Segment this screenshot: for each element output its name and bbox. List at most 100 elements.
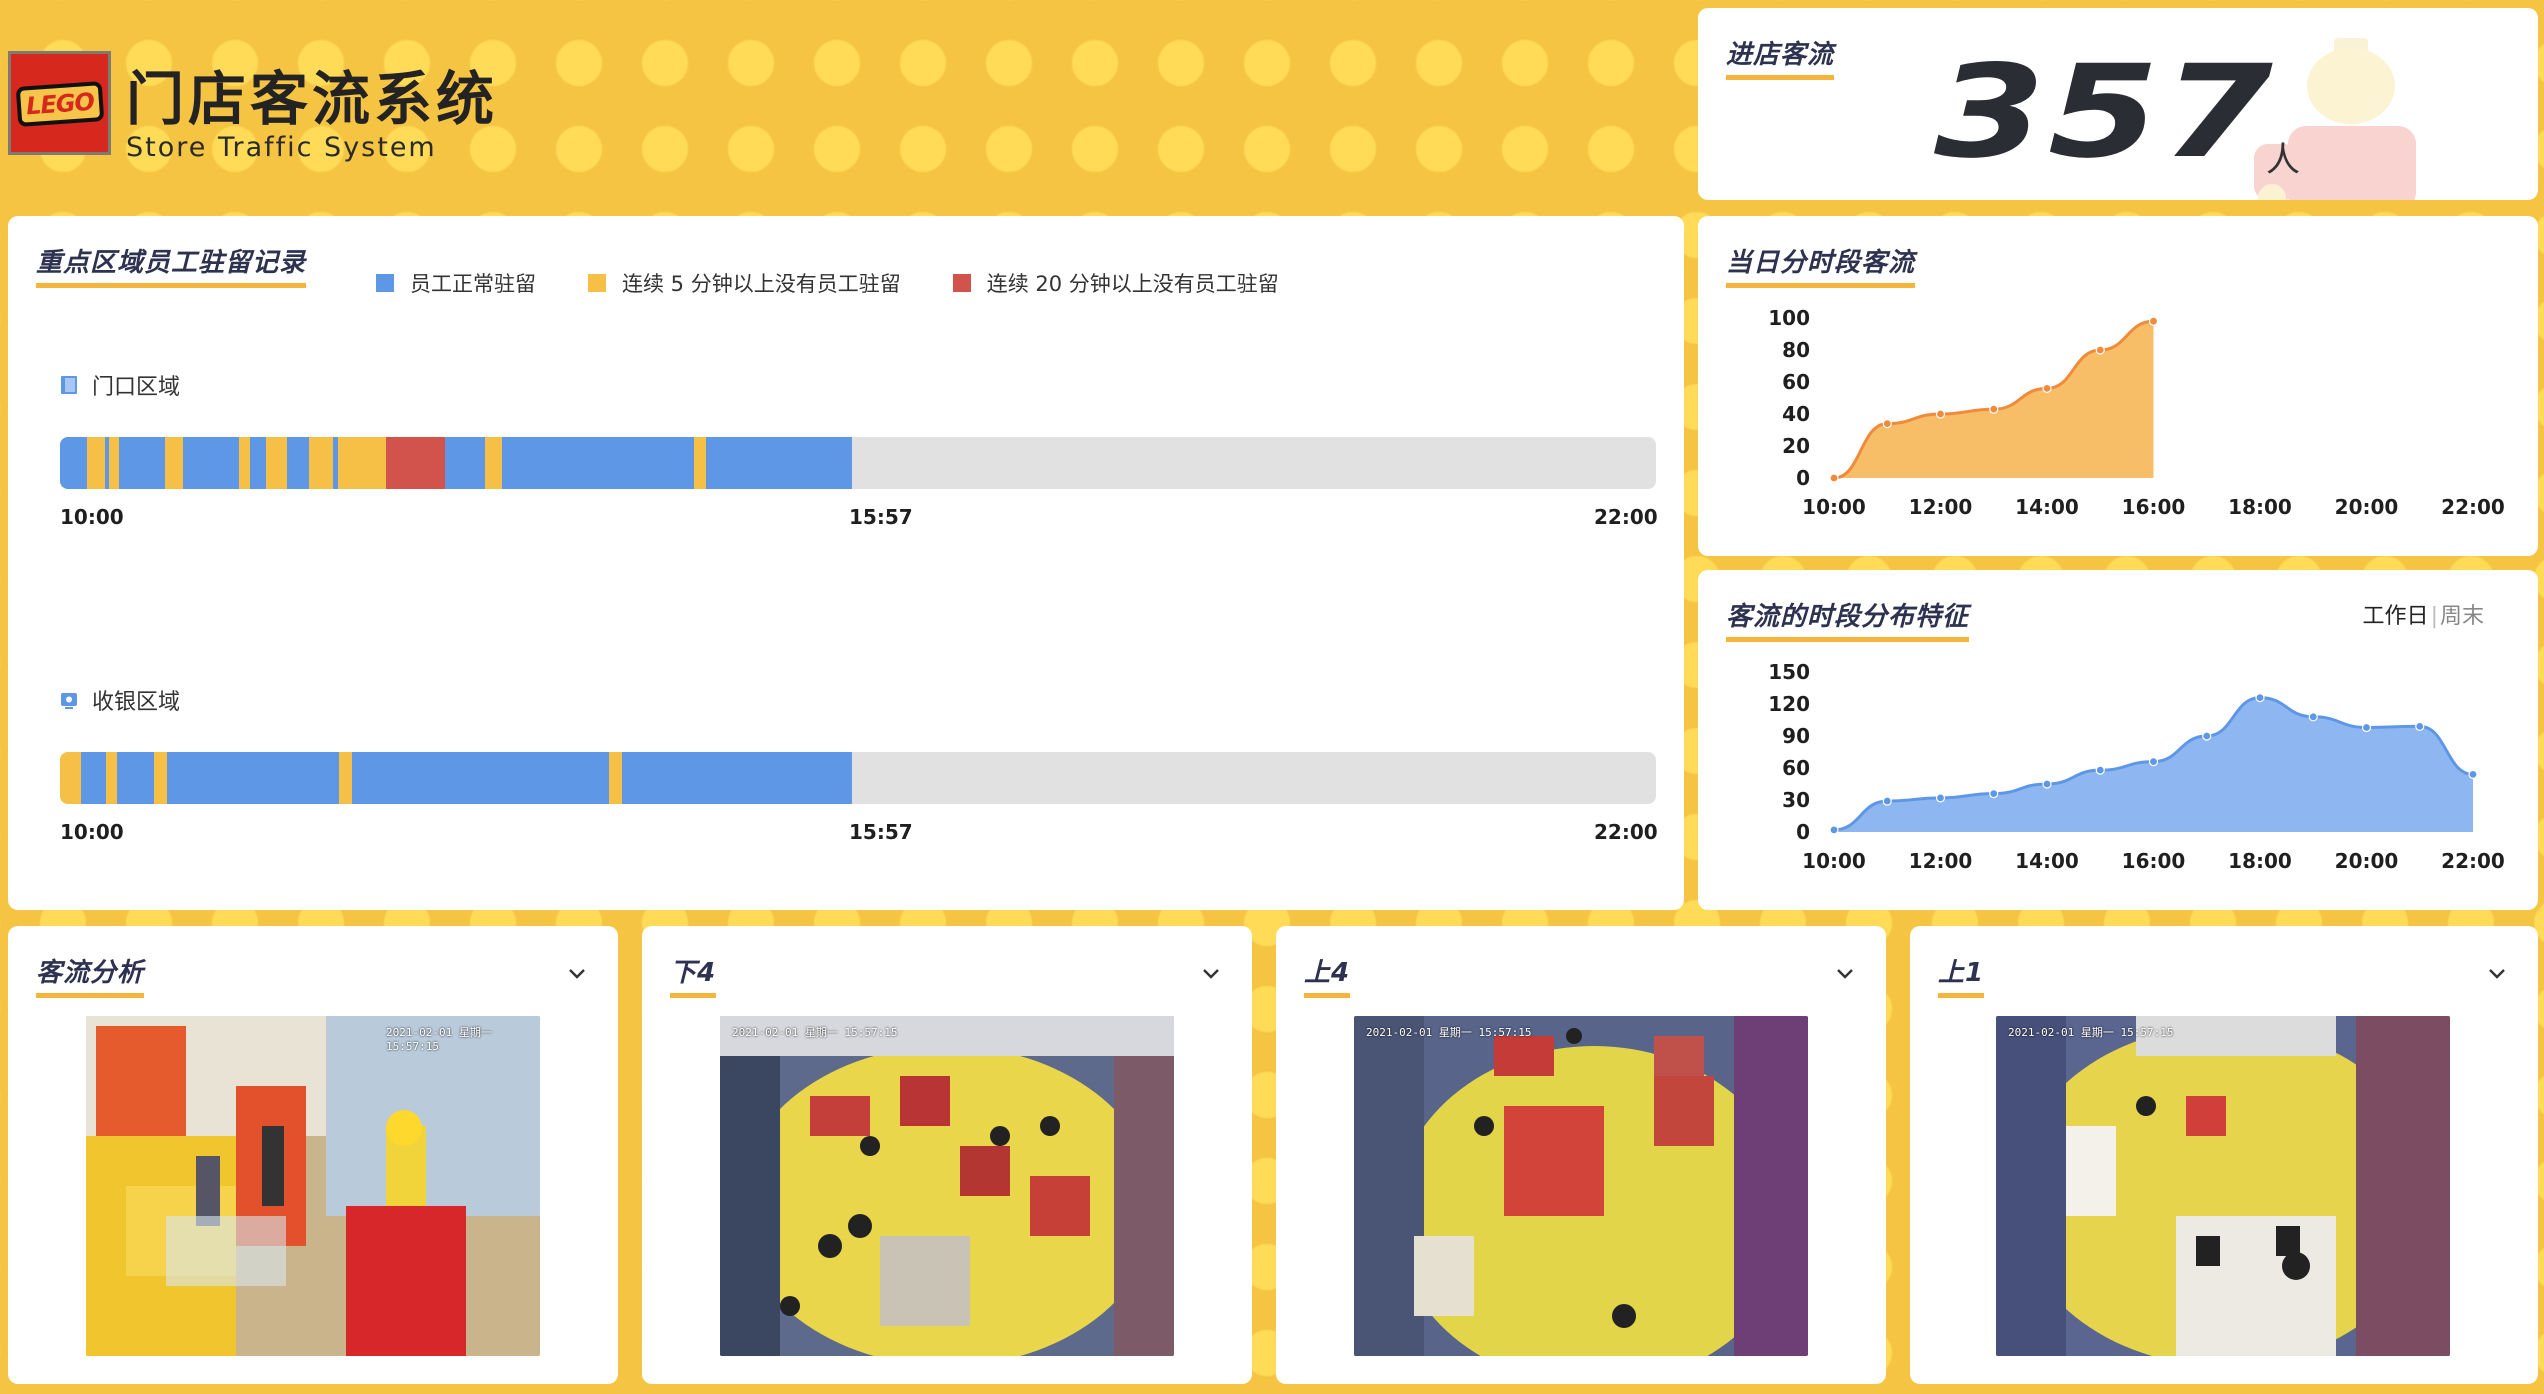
- chevron-down-icon[interactable]: [566, 962, 588, 984]
- legend-swatch-warn: [588, 274, 606, 292]
- legend-normal-label: 员工正常驻留: [410, 272, 536, 296]
- door-icon: [61, 376, 77, 394]
- pattern-chart-y-tick: 60: [1782, 756, 1810, 780]
- pattern-chart-x-tick: 18:00: [2228, 849, 2292, 873]
- timeline-segment-normal[interactable]: [352, 752, 610, 804]
- chevron-down-icon[interactable]: [2486, 962, 2508, 984]
- hourly-chart-y-tick: 40: [1782, 402, 1810, 426]
- pattern-chart-y-tick: 90: [1782, 724, 1810, 748]
- pattern-chart-x-tick: 10:00: [1802, 849, 1866, 873]
- timeline-segment-normal[interactable]: [249, 437, 266, 489]
- timeline-segment-warn[interactable]: [154, 752, 167, 804]
- timeline-segment-normal[interactable]: [117, 752, 155, 804]
- timeline-segment-normal[interactable]: [80, 752, 107, 804]
- zone-cashier-start-time: 10:00: [60, 820, 124, 844]
- timeline-segment-normal[interactable]: [166, 752, 340, 804]
- zone-door-name: 门口区域: [92, 375, 181, 400]
- traffic-pattern-chart: 0 30 60 90 120 150 10:00 12:00 14:00 16:00 18:00 20…: [1768, 660, 2505, 873]
- zone-door-current-time: 15:57: [849, 505, 913, 529]
- zone-cashier-timeline[interactable]: [60, 752, 1656, 804]
- entry-traffic-unit: 人: [2266, 140, 2300, 180]
- hourly-chart-point[interactable]: [2042, 383, 2052, 393]
- camera-4-feed[interactable]: 2021-02-01 星期一 15:57:15: [1996, 1016, 2450, 1356]
- camera-1-timestamp: 2021-02-01 星期一 15:57:15: [386, 1026, 492, 1053]
- hourly-chart-point[interactable]: [1882, 419, 1892, 429]
- timeline-segment-normal[interactable]: [182, 437, 239, 489]
- timeline-segment-warn[interactable]: [265, 437, 287, 489]
- camera-3-title: 上4: [1304, 952, 1351, 998]
- hourly-chart-point[interactable]: [2095, 345, 2105, 355]
- hourly-chart-point[interactable]: [2148, 316, 2159, 326]
- timeline-segment-warn[interactable]: [484, 437, 503, 489]
- timeline-segment-warn[interactable]: [337, 437, 386, 489]
- timeline-segment-warn[interactable]: [693, 437, 707, 489]
- pattern-chart-point[interactable]: [2202, 731, 2212, 741]
- pattern-chart-x-tick: 12:00: [1909, 849, 1973, 873]
- camera-4-timestamp: 2021-02-01 星期一 15:57:15: [2008, 1026, 2174, 1039]
- pattern-chart-point[interactable]: [2095, 765, 2105, 775]
- timeline-segment-warn[interactable]: [339, 752, 353, 804]
- zone-door-label: 门口区域: [60, 369, 180, 401]
- camera-1-feed[interactable]: 2021-02-01 星期一 15:57:15: [86, 1016, 540, 1356]
- timeline-segment-warn[interactable]: [87, 437, 105, 489]
- camera-1-title: 客流分析: [36, 952, 145, 998]
- hourly-chart-point[interactable]: [1935, 409, 1946, 419]
- timeline-segment-normal[interactable]: [502, 437, 694, 489]
- legend-warn-label: 连续 5 分钟以上没有员工驻留: [622, 272, 901, 296]
- timeline-segment-warn[interactable]: [238, 437, 250, 489]
- timeline-segment-normal[interactable]: [286, 437, 309, 489]
- timeline-segment-normal[interactable]: [119, 437, 166, 489]
- zone-cashier-end-time: 22:00: [1594, 820, 1658, 844]
- pattern-chart-y-tick: 30: [1782, 788, 1810, 812]
- pattern-chart-point[interactable]: [1935, 793, 1946, 803]
- staff-dwell-panel: 重点区域员工驻留记录 员工正常驻留 连续 5 分钟以上没有员工驻留 连续 20 …: [8, 216, 1684, 910]
- timeline-segment-normal[interactable]: [706, 437, 852, 489]
- pattern-chart-y-tick: 120: [1768, 692, 1810, 716]
- zone-cashier-label: 收银区域: [60, 684, 180, 716]
- hourly-chart-x-tick: 14:00: [2015, 495, 2079, 519]
- timeline-segment-warn[interactable]: [60, 752, 81, 804]
- timeline-segment-warn[interactable]: [106, 752, 118, 804]
- pattern-chart-point[interactable]: [1989, 789, 1999, 799]
- hourly-traffic-chart: 0 20 40 60 80 100 10:00 12:00 14:00 16:00 18:00 20:…: [1768, 306, 2505, 519]
- pattern-chart-point[interactable]: [2468, 769, 2478, 779]
- timeline-segment-warn[interactable]: [109, 437, 120, 489]
- pattern-chart-y-tick: 0: [1796, 820, 1810, 844]
- pattern-chart-y-tick: 150: [1768, 660, 1810, 684]
- hourly-chart-point[interactable]: [1989, 404, 1999, 414]
- pattern-chart-point[interactable]: [1882, 796, 1892, 806]
- legend-warn: 连续 5 分钟以上没有员工驻留: [588, 268, 901, 298]
- zone-door-start-time: 10:00: [60, 505, 124, 529]
- brand-logo: LEGO: [8, 51, 111, 155]
- timeline-segment-normal[interactable]: [444, 437, 485, 489]
- entry-traffic-panel: 进店客流 357 人: [1698, 8, 2538, 200]
- pattern-chart-point[interactable]: [2148, 757, 2159, 767]
- timeline-segment-alert[interactable]: [385, 437, 445, 489]
- zone-cashier-current-time: 15:57: [849, 820, 913, 844]
- camera-2-feed[interactable]: 2021-02-01 星期一 15:57:15: [720, 1016, 1174, 1356]
- pattern-chart-point[interactable]: [2361, 722, 2372, 733]
- hourly-chart-point[interactable]: [1829, 473, 1839, 483]
- app-subtitle: Store Traffic System: [126, 132, 437, 163]
- camera-panel-1: 客流分析 2021-02-01 星期一 15:57:15: [8, 926, 618, 1384]
- pattern-chart-point[interactable]: [2415, 721, 2425, 731]
- hourly-chart-y-tick: 80: [1782, 338, 1810, 362]
- pattern-chart-point[interactable]: [2255, 692, 2265, 703]
- camera-panel-3: 上4 2021-02-01 星期一 15:57:15: [1276, 926, 1886, 1384]
- pattern-chart-point[interactable]: [2042, 779, 2052, 789]
- timeline-segment-warn[interactable]: [165, 437, 183, 489]
- timeline-segment-normal[interactable]: [621, 752, 852, 804]
- zone-cashier-name: 收银区域: [92, 690, 181, 715]
- camera-4-title: 上1: [1938, 952, 1985, 998]
- timeline-segment-warn[interactable]: [308, 437, 333, 489]
- timeline-segment-warn[interactable]: [609, 752, 622, 804]
- hourly-traffic-panel: 当日分时段客流 0 20 40 60 80 100 10:00 12:00 14:00 16:00…: [1698, 216, 2538, 556]
- hourly-chart-y-tick: 60: [1782, 370, 1810, 394]
- chevron-down-icon[interactable]: [1200, 962, 1222, 984]
- chevron-down-icon[interactable]: [1834, 962, 1856, 984]
- pattern-chart-point[interactable]: [2308, 712, 2318, 722]
- pattern-chart-point[interactable]: [1829, 825, 1839, 835]
- timeline-segment-normal[interactable]: [60, 437, 88, 489]
- camera-3-feed[interactable]: 2021-02-01 星期一 15:57:15: [1354, 1016, 1808, 1356]
- zone-door-timeline[interactable]: [60, 437, 1656, 489]
